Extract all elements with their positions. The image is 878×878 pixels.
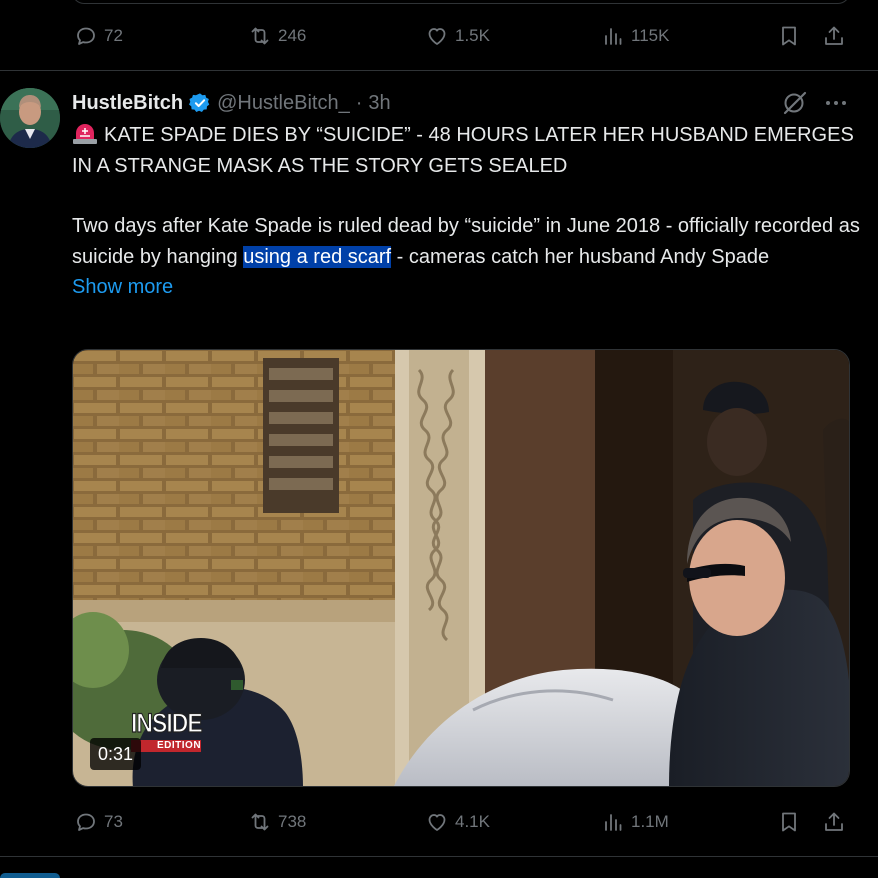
- separator-dot: ·: [355, 91, 363, 114]
- previous-post-action-bar: 72 246 1.5K 115K: [72, 21, 850, 51]
- share-button[interactable]: [822, 21, 846, 51]
- avatar[interactable]: [0, 88, 60, 148]
- video-duration: 0:31: [90, 738, 142, 770]
- views-count: 1.1M: [631, 812, 669, 831]
- previous-post-media[interactable]: [72, 0, 850, 4]
- views-button[interactable]: 1.1M: [601, 807, 669, 837]
- post-body-end: - cameras catch her husband Andy Spade: [391, 245, 770, 268]
- reply-icon: [77, 27, 95, 45]
- reply-icon: [77, 813, 95, 831]
- bookmark-icon: [782, 812, 796, 832]
- repost-button[interactable]: 738: [248, 807, 306, 837]
- repost-icon: [251, 813, 269, 831]
- bookmark-icon: [782, 26, 796, 46]
- like-button[interactable]: 1.5K: [425, 21, 490, 51]
- views-icon: [605, 28, 622, 45]
- views-icon: [605, 814, 622, 831]
- like-count: 4.1K: [455, 812, 490, 831]
- post-body: Two days after Kate Spade is ruled dead …: [72, 211, 862, 272]
- share-button[interactable]: [822, 807, 846, 837]
- repost-button[interactable]: 246: [248, 21, 306, 51]
- reply-count: 72: [104, 26, 123, 45]
- post-text: KATE SPADE DIES BY “SUICIDE” - 48 HOURS …: [72, 120, 862, 303]
- avatar-photo: [0, 88, 60, 148]
- repost-icon: [251, 27, 269, 45]
- like-icon: [428, 814, 446, 831]
- next-post-avatar[interactable]: [0, 873, 60, 878]
- post-header: HustleBitch @HustleBitch_ · 3h: [72, 88, 391, 118]
- watermark-edition: EDITION: [157, 740, 202, 751]
- more-icon[interactable]: [822, 90, 850, 116]
- share-icon: [825, 812, 843, 831]
- show-more-link[interactable]: Show more: [72, 276, 173, 298]
- reply-count: 73: [104, 812, 123, 831]
- verified-badge-icon[interactable]: [189, 92, 211, 114]
- video-watermark: INSIDE EDITION: [131, 707, 204, 756]
- reply-button[interactable]: 72: [74, 21, 123, 51]
- like-count: 1.5K: [455, 26, 490, 45]
- post-time[interactable]: 3h: [368, 92, 390, 115]
- selected-text[interactable]: using a red scarf: [243, 245, 392, 268]
- siren-emoji-icon: [73, 124, 97, 144]
- post-action-bar: 73 738 4.1K 1.1M: [72, 807, 850, 837]
- like-button[interactable]: 4.1K: [425, 807, 490, 837]
- author-name[interactable]: HustleBitch: [72, 92, 183, 115]
- post-divider: [0, 856, 878, 857]
- video-player[interactable]: INSIDE EDITION: [72, 349, 850, 787]
- bookmark-button[interactable]: [777, 807, 801, 837]
- watermark-inside: INSIDE: [131, 707, 204, 738]
- reply-button[interactable]: 73: [74, 807, 123, 837]
- grok-icon[interactable]: [782, 90, 808, 116]
- like-icon: [428, 28, 446, 45]
- views-button[interactable]: 115K: [601, 21, 669, 51]
- share-icon: [825, 26, 843, 45]
- views-count: 115K: [631, 26, 670, 45]
- author-handle[interactable]: @HustleBitch_: [217, 92, 350, 115]
- post-headline: KATE SPADE DIES BY “SUICIDE” - 48 HOURS …: [72, 124, 854, 177]
- repost-count: 246: [278, 26, 307, 45]
- post-headline-line: KATE SPADE DIES BY “SUICIDE” - 48 HOURS …: [72, 120, 862, 181]
- repost-count: 738: [278, 812, 307, 831]
- bookmark-button[interactable]: [777, 21, 801, 51]
- post-divider: [0, 70, 878, 71]
